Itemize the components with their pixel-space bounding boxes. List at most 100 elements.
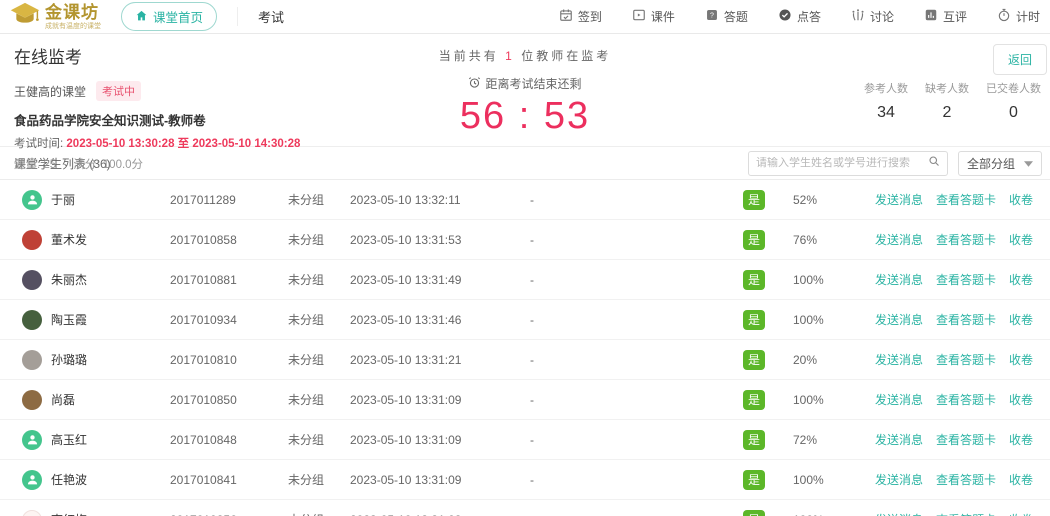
- row-actions: 发送消息 查看答题卡 收卷: [875, 271, 1050, 288]
- view-answer-card-link[interactable]: 查看答题卡: [936, 191, 996, 208]
- answer-progress: 52%: [793, 193, 875, 207]
- avatar: ♥: [22, 430, 42, 450]
- countdown-label: 距离考试结束还剩: [468, 75, 581, 92]
- tool-courseware[interactable]: 课件: [632, 8, 675, 25]
- student-name: 李红梅: [51, 511, 87, 516]
- tool-peer-review[interactable]: 互评: [924, 8, 967, 25]
- send-message-link[interactable]: 发送消息: [875, 391, 923, 408]
- view-answer-card-link[interactable]: 查看答题卡: [936, 231, 996, 248]
- tool-label: 计时: [1016, 8, 1040, 25]
- check-circle-icon: [778, 8, 792, 25]
- student-name: 高玉红: [51, 431, 87, 448]
- view-answer-card-link[interactable]: 查看答题卡: [936, 391, 996, 408]
- student-group: 未分组: [288, 351, 350, 368]
- enter-exam-time: 2023-05-10 13:31:09: [350, 393, 530, 407]
- tool-call-answer[interactable]: 点答: [778, 8, 821, 25]
- student-id: 2017010848: [170, 433, 288, 447]
- student-group: 未分组: [288, 391, 350, 408]
- view-answer-card-link[interactable]: 查看答题卡: [936, 431, 996, 448]
- student-group: 未分组: [288, 511, 350, 516]
- send-message-link[interactable]: 发送消息: [875, 511, 923, 516]
- person-icon: [26, 433, 39, 446]
- student-name: 于丽: [51, 191, 75, 208]
- student-id: 2017010850: [170, 393, 288, 407]
- student-name-cell: ♥ 陶玉霞: [22, 310, 170, 330]
- exam-time-label: 考试时间:: [14, 138, 63, 150]
- submit-time: -: [530, 473, 743, 487]
- submit-time: -: [530, 353, 743, 367]
- tab-exam[interactable]: 考试: [237, 7, 284, 26]
- back-button[interactable]: 返回: [993, 44, 1047, 75]
- collect-paper-link[interactable]: 收卷: [1009, 351, 1033, 368]
- student-id: 2017010810: [170, 353, 288, 367]
- home-icon: [135, 9, 148, 25]
- submit-time: -: [530, 393, 743, 407]
- person-icon: [26, 193, 39, 206]
- send-message-link[interactable]: 发送消息: [875, 191, 923, 208]
- send-message-link[interactable]: 发送消息: [875, 351, 923, 368]
- collect-paper-link[interactable]: 收卷: [1009, 391, 1033, 408]
- tool-sign-in[interactable]: 签到: [559, 8, 602, 25]
- student-id: 2017010881: [170, 273, 288, 287]
- stat-value: 34: [864, 104, 908, 122]
- stat-value: 0: [986, 104, 1041, 122]
- row-actions: 发送消息 查看答题卡 收卷: [875, 351, 1050, 368]
- logo-tagline: 成就有温度的课堂: [45, 23, 101, 30]
- collect-paper-link[interactable]: 收卷: [1009, 471, 1033, 488]
- send-message-link[interactable]: 发送消息: [875, 471, 923, 488]
- courseware-icon: [632, 8, 646, 25]
- row-actions: 发送消息 查看答题卡 收卷: [875, 431, 1050, 448]
- student-name-cell: ♥ 朱丽杰: [22, 270, 170, 290]
- answer-progress: 100%: [793, 473, 875, 487]
- collect-paper-link[interactable]: 收卷: [1009, 191, 1033, 208]
- student-name: 任艳波: [51, 471, 87, 488]
- online-badge: 是: [743, 230, 765, 250]
- answer-icon: ?: [705, 8, 719, 25]
- online-badge: 是: [743, 470, 765, 490]
- calendar-check-icon: [559, 8, 573, 25]
- tool-timer[interactable]: 计时: [997, 8, 1040, 25]
- exam-time-to: 至: [178, 138, 190, 150]
- table-row: ♥ 任艳波 2017010841 未分组 2023-05-10 13:31:09…: [0, 460, 1050, 500]
- row-actions: 发送消息 查看答题卡 收卷: [875, 391, 1050, 408]
- view-answer-card-link[interactable]: 查看答题卡: [936, 351, 996, 368]
- send-message-link[interactable]: 发送消息: [875, 311, 923, 328]
- raised-hands-icon: [851, 8, 865, 25]
- enter-exam-time: 2023-05-10 13:32:11: [350, 193, 530, 207]
- student-name: 董术发: [51, 231, 87, 248]
- view-answer-card-link[interactable]: 查看答题卡: [936, 511, 996, 516]
- send-message-link[interactable]: 发送消息: [875, 431, 923, 448]
- submit-time: -: [530, 273, 743, 287]
- tool-answer[interactable]: ? 答题: [705, 8, 748, 25]
- row-actions: 发送消息 查看答题卡 收卷: [875, 511, 1050, 516]
- view-answer-card-link[interactable]: 查看答题卡: [936, 271, 996, 288]
- stat-label: 参考人数: [864, 80, 908, 96]
- online-badge: 是: [743, 350, 765, 370]
- tool-discussion[interactable]: 讨论: [851, 8, 894, 25]
- avatar: ♥: [22, 350, 42, 370]
- student-id: 2017010858: [170, 233, 288, 247]
- collect-paper-link[interactable]: 收卷: [1009, 311, 1033, 328]
- tool-label: 讨论: [870, 8, 894, 25]
- notice-suffix: 位教师在监考: [521, 49, 611, 63]
- enter-exam-time: 2023-05-10 13:31:53: [350, 233, 530, 247]
- student-group: 未分组: [288, 191, 350, 208]
- answer-progress: 100%: [793, 513, 875, 516]
- collect-paper-link[interactable]: 收卷: [1009, 271, 1033, 288]
- collect-paper-link[interactable]: 收卷: [1009, 431, 1033, 448]
- student-name-cell: ♥ 于丽: [22, 190, 170, 210]
- row-actions: 发送消息 查看答题卡 收卷: [875, 311, 1050, 328]
- collect-paper-link[interactable]: 收卷: [1009, 231, 1033, 248]
- tool-label: 签到: [578, 8, 602, 25]
- collect-paper-link[interactable]: 收卷: [1009, 511, 1033, 516]
- logo-text: 金课坊: [45, 4, 101, 21]
- view-answer-card-link[interactable]: 查看答题卡: [936, 471, 996, 488]
- send-message-link[interactable]: 发送消息: [875, 271, 923, 288]
- stopwatch-icon: [997, 8, 1011, 25]
- classroom-home-button[interactable]: 课堂首页: [121, 2, 217, 31]
- stat-submitted: 已交卷人数 0: [986, 80, 1041, 122]
- enter-exam-time: 2023-05-10 13:31:21: [350, 353, 530, 367]
- send-message-link[interactable]: 发送消息: [875, 231, 923, 248]
- tool-label: 答题: [724, 8, 748, 25]
- view-answer-card-link[interactable]: 查看答题卡: [936, 311, 996, 328]
